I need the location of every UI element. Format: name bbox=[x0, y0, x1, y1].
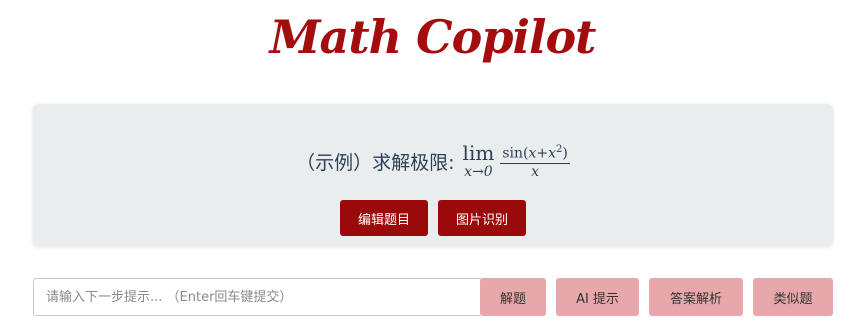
edit-problem-button[interactable]: 编辑题目 bbox=[340, 200, 428, 236]
problem-statement: （示例）求解极限: lim x→0 sin(x+x2) x bbox=[33, 136, 833, 186]
answer-analysis-button[interactable]: 答案解析 bbox=[649, 278, 743, 316]
problem-prefix: （示例）求解极限: bbox=[296, 151, 455, 174]
similar-problem-button[interactable]: 类似题 bbox=[753, 278, 833, 316]
problem-card: （示例）求解极限: lim x→0 sin(x+x2) x 编辑题目 图片识别 bbox=[33, 104, 833, 246]
solve-button[interactable]: 解题 bbox=[480, 278, 546, 316]
fraction-denominator: x bbox=[531, 164, 540, 181]
limit-word: lim bbox=[462, 141, 495, 165]
numerator-func: sin( bbox=[502, 145, 529, 162]
image-recognition-button[interactable]: 图片识别 bbox=[438, 200, 526, 236]
numerator-close: ) bbox=[562, 145, 568, 162]
limit-subscript: x→0 bbox=[464, 164, 493, 180]
hint-input[interactable] bbox=[33, 278, 482, 316]
numerator-plus: + bbox=[536, 145, 549, 162]
ai-hint-button[interactable]: AI 提示 bbox=[556, 278, 639, 316]
numerator-x2: x bbox=[548, 145, 556, 162]
fraction-numerator: sin(x+x2) bbox=[500, 141, 570, 165]
fraction: sin(x+x2) x bbox=[500, 141, 570, 182]
limit-expression: lim x→0 sin(x+x2) x bbox=[463, 141, 570, 182]
limit-operator: lim x→0 bbox=[463, 142, 495, 180]
app-title: Math Copilot bbox=[269, 10, 597, 64]
